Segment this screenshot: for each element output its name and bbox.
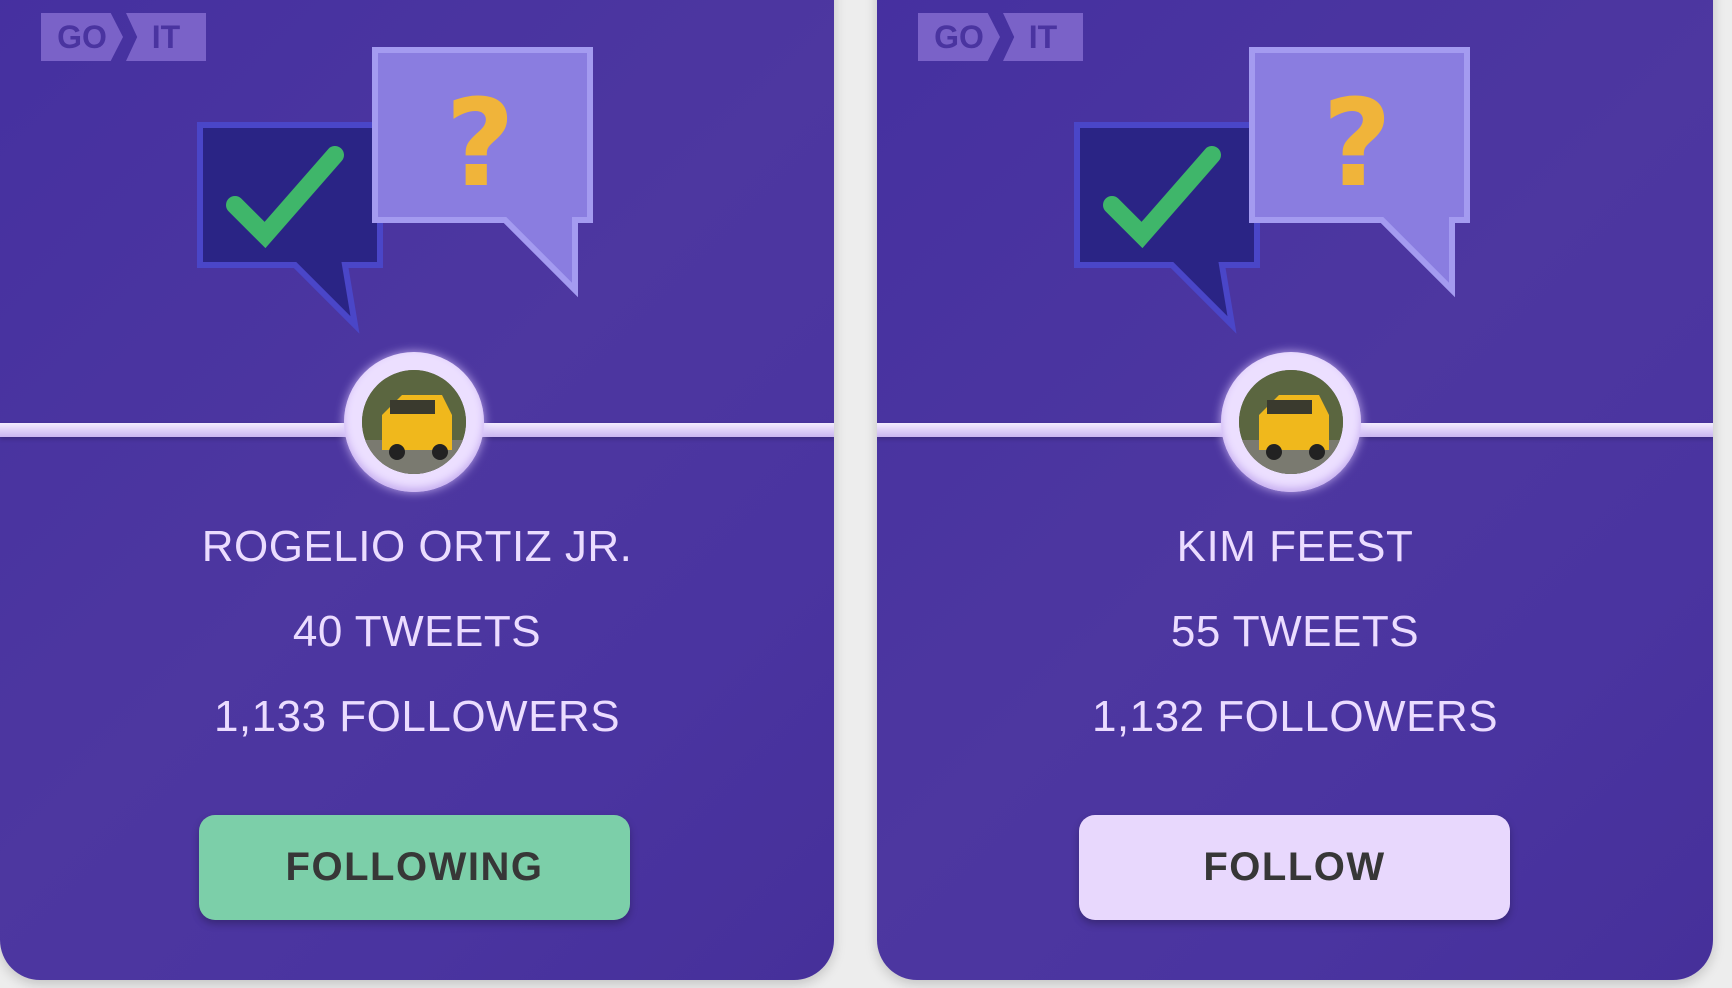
follower-count: 1,133 FOLLOWERS [213,692,621,741]
user-card: GO IT ? ROGELIO ORTIZ JR. 40 TWEETS 1,13… [0,0,834,980]
goit-logo: GO IT [918,13,1083,61]
avatar [344,352,484,492]
checkmark-bubble-icon [197,122,383,334]
checkmark-bubble-icon [1074,122,1260,334]
follower-count: 1,132 FOLLOWERS [1091,692,1499,741]
goit-logo: GO IT [41,13,206,61]
svg-text:?: ? [1322,75,1392,214]
follow-button[interactable]: FOLLOW [1079,815,1510,920]
following-button[interactable]: FOLLOWING [199,815,630,920]
avatar [1221,352,1361,492]
user-name: ROGELIO ORTIZ JR. [201,522,633,571]
question-bubble-icon: ? [1249,47,1470,298]
question-bubble-icon: ? [372,47,593,298]
svg-text:?: ? [445,75,515,214]
logo-go: GO [41,13,123,61]
avatar-car-photo [362,370,466,474]
avatar-car-photo [1239,370,1343,474]
logo-go: GO [918,13,1000,61]
chat-bubbles-illustration: ? [197,47,593,334]
user-name: KIM FEEST [1176,522,1414,571]
user-card: GO IT ? KIM FEEST 55 TWEETS 1,132 FOLLOW… [877,0,1713,980]
tweet-count: 40 TWEETS [292,607,542,656]
chat-bubbles-illustration: ? [1074,47,1470,334]
tweet-count: 55 TWEETS [1170,607,1420,656]
